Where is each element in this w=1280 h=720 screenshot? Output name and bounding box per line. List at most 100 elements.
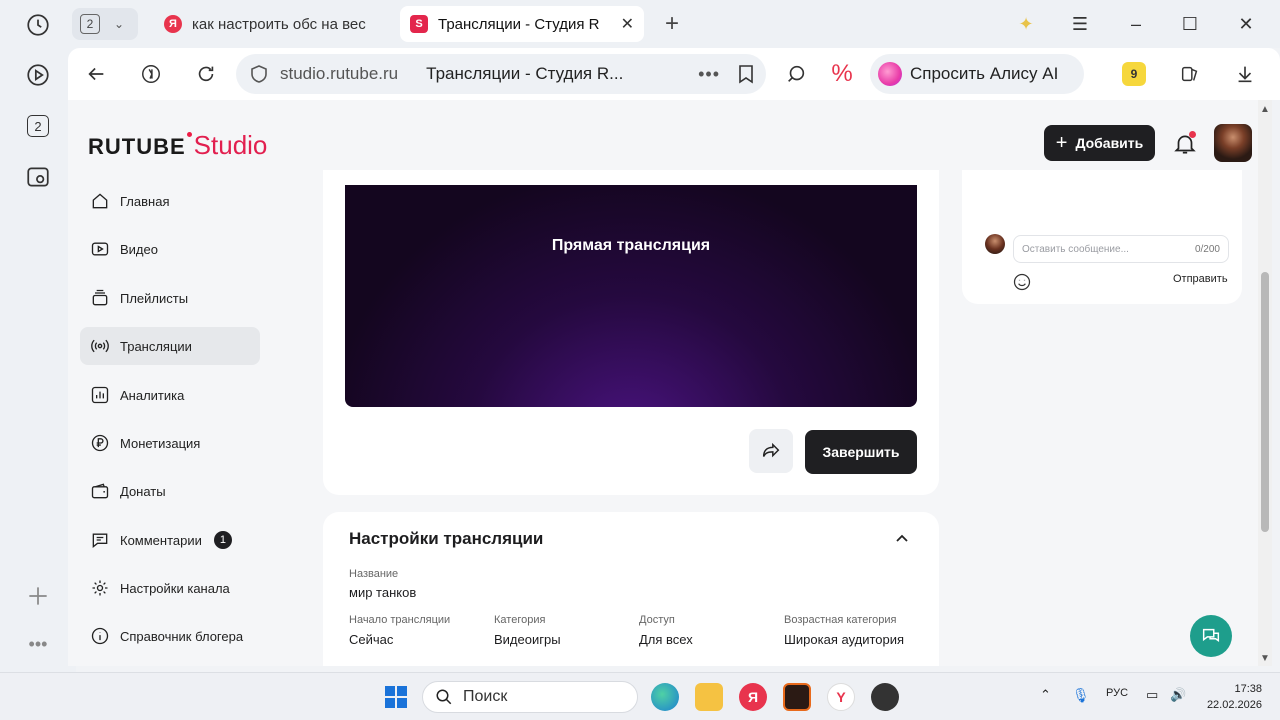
tray-chevron-up-icon[interactable]: ⌃ bbox=[1040, 687, 1051, 703]
chat-user-avatar bbox=[985, 234, 1005, 254]
notification-dot bbox=[1189, 131, 1196, 138]
volume-icon[interactable]: 🔊 bbox=[1170, 687, 1186, 703]
home-icon bbox=[92, 193, 108, 209]
menu-icon[interactable]: ☰ bbox=[1068, 12, 1092, 36]
sidebar-item-label: Настройки канала bbox=[120, 580, 230, 596]
close-tab-icon[interactable]: ✕ bbox=[621, 14, 634, 34]
extension-icon[interactable]: 9 bbox=[1122, 62, 1146, 86]
gear-icon bbox=[92, 580, 108, 596]
share-button[interactable] bbox=[749, 429, 793, 473]
tab-bar: 2 ⌄ Я как настроить обс на вес S Трансля… bbox=[68, 0, 1280, 48]
rutube-studio-logo[interactable]: RUTUBE Studio bbox=[88, 130, 267, 161]
file-explorer-icon[interactable] bbox=[695, 683, 723, 711]
category-label: Категория bbox=[494, 614, 546, 626]
add-button[interactable]: + Добавить bbox=[1044, 125, 1155, 161]
reload-icon[interactable] bbox=[192, 60, 220, 88]
sidebar-item-label: Плейлисты bbox=[120, 290, 189, 306]
tab-title: Трансляции - Студия R bbox=[438, 15, 600, 33]
sidebar-item-analytics[interactable]: Аналитика bbox=[80, 376, 260, 414]
add-panel-icon[interactable] bbox=[24, 582, 52, 610]
notifications-bell-icon[interactable] bbox=[1172, 131, 1198, 157]
game-app-icon[interactable] bbox=[783, 683, 811, 711]
sidebar-item-label: Трансляции bbox=[120, 338, 192, 354]
sidebar-item-label: Монетизация bbox=[120, 435, 201, 451]
analytics-icon bbox=[91, 386, 109, 404]
category-value: Видеоигры bbox=[494, 632, 561, 647]
close-window-icon[interactable]: ✕ bbox=[1234, 12, 1258, 36]
sidebar-item-broadcasts[interactable]: Трансляции bbox=[80, 327, 260, 365]
taskbar-search[interactable]: Поиск bbox=[422, 681, 638, 713]
microphone-icon[interactable]: 🎙 bbox=[1072, 687, 1090, 704]
screenshot-icon[interactable] bbox=[24, 163, 52, 191]
address-field[interactable]: studio.rutube.ru Трансляции - Студия R..… bbox=[236, 54, 766, 94]
scroll-down-icon[interactable]: ▼ bbox=[1260, 653, 1270, 664]
sidebar-item-home[interactable]: Главная bbox=[80, 182, 260, 220]
more-options-icon[interactable]: ••• bbox=[698, 64, 720, 85]
tab-rutube-studio[interactable]: S Трансляции - Студия R ✕ bbox=[400, 6, 644, 42]
yandex-browser-icon[interactable]: Я bbox=[739, 683, 767, 711]
comments-count-badge: 1 bbox=[213, 531, 232, 549]
scroll-up-icon[interactable]: ▲ bbox=[1260, 104, 1270, 115]
support-chat-button[interactable] bbox=[1190, 615, 1232, 657]
sidebar-item-playlists[interactable]: Плейлисты bbox=[80, 279, 260, 317]
discount-icon[interactable]: % bbox=[828, 60, 856, 88]
send-button[interactable]: Отправить bbox=[1173, 273, 1228, 285]
search-icon[interactable] bbox=[782, 60, 810, 88]
obs-icon[interactable] bbox=[871, 683, 899, 711]
chevron-up-icon[interactable] bbox=[894, 530, 910, 546]
language-indicator[interactable]: РУС bbox=[1106, 687, 1128, 699]
user-avatar[interactable] bbox=[1214, 124, 1252, 162]
tab-search[interactable]: Я как настроить обс на вес bbox=[154, 6, 386, 42]
play-icon[interactable] bbox=[24, 61, 52, 89]
sidebar-item-label: Справочник блогера bbox=[120, 628, 244, 644]
system-clock[interactable]: 17:38 22.02.2026 bbox=[1200, 681, 1262, 713]
chevron-down-icon: ⌄ bbox=[114, 17, 125, 31]
history-icon[interactable] bbox=[24, 11, 52, 39]
video-icon bbox=[91, 242, 109, 256]
more-icon[interactable]: ••• bbox=[24, 630, 52, 658]
collections-icon[interactable] bbox=[1176, 60, 1204, 88]
live-player[interactable]: Прямая трансляция bbox=[345, 185, 917, 407]
start-label: Начало трансляции bbox=[349, 614, 451, 626]
clock-date: 22.02.2026 bbox=[1206, 699, 1262, 711]
page-scrollbar[interactable]: ▲ ▼ bbox=[1258, 100, 1272, 666]
address-domain: studio.rutube.ru bbox=[280, 64, 399, 83]
tab-counter-icon[interactable]: 2 bbox=[24, 112, 52, 140]
start-value: Сейчас bbox=[349, 632, 394, 647]
minimize-icon[interactable]: – bbox=[1124, 12, 1148, 36]
rutube-favicon-icon: S bbox=[410, 15, 428, 33]
emoji-icon[interactable] bbox=[1012, 272, 1032, 292]
sidebar-item-monetization[interactable]: Монетизация bbox=[80, 424, 260, 462]
sidebar-item-comments[interactable]: Комментарии 1 bbox=[80, 521, 260, 559]
sidebar-item-blogger-guide[interactable]: Справочник блогера bbox=[80, 617, 260, 655]
tab-counter[interactable]: 2 ⌄ bbox=[72, 8, 138, 40]
alice-label: Спросить Алису AI bbox=[910, 64, 1059, 83]
windows-start-icon[interactable] bbox=[382, 683, 410, 711]
logo-dot bbox=[186, 132, 192, 137]
chat-message-input[interactable]: Оставить сообщение... 0/200 bbox=[1013, 235, 1229, 263]
rutube-studio-page: RUTUBE Studio + Добавить Главная Видео П… bbox=[68, 100, 1258, 666]
new-tab-icon[interactable]: + bbox=[658, 10, 686, 38]
finish-broadcast-button[interactable]: Завершить bbox=[805, 430, 917, 474]
download-icon[interactable] bbox=[1231, 60, 1259, 88]
edge-icon[interactable] bbox=[651, 683, 679, 711]
sidebar-item-donations[interactable]: Донаты bbox=[80, 472, 260, 510]
wallet-icon bbox=[91, 483, 109, 499]
yandex-icon[interactable] bbox=[137, 60, 165, 88]
bookmark-icon[interactable] bbox=[738, 64, 754, 84]
ask-alice-button[interactable]: Спросить Алису AI bbox=[870, 54, 1084, 94]
back-icon[interactable] bbox=[82, 60, 110, 88]
sparkle-icon[interactable]: ✦ bbox=[1014, 12, 1038, 36]
scrollbar-thumb[interactable] bbox=[1261, 272, 1269, 532]
yandex-icon[interactable]: Y bbox=[827, 683, 855, 711]
network-icon[interactable]: ▭ bbox=[1146, 687, 1158, 703]
sidebar-item-channel-settings[interactable]: Настройки канала bbox=[80, 569, 260, 607]
sidebar-item-label: Видео bbox=[120, 241, 158, 257]
comment-icon bbox=[92, 533, 108, 549]
age-value: Широкая аудитория bbox=[784, 632, 905, 647]
broadcast-icon bbox=[91, 339, 109, 353]
sidebar-item-video[interactable]: Видео bbox=[80, 230, 260, 268]
age-label: Возрастная категория bbox=[784, 614, 897, 626]
sidebar-item-label: Комментарии bbox=[120, 532, 202, 548]
maximize-icon[interactable]: ☐ bbox=[1178, 12, 1202, 36]
